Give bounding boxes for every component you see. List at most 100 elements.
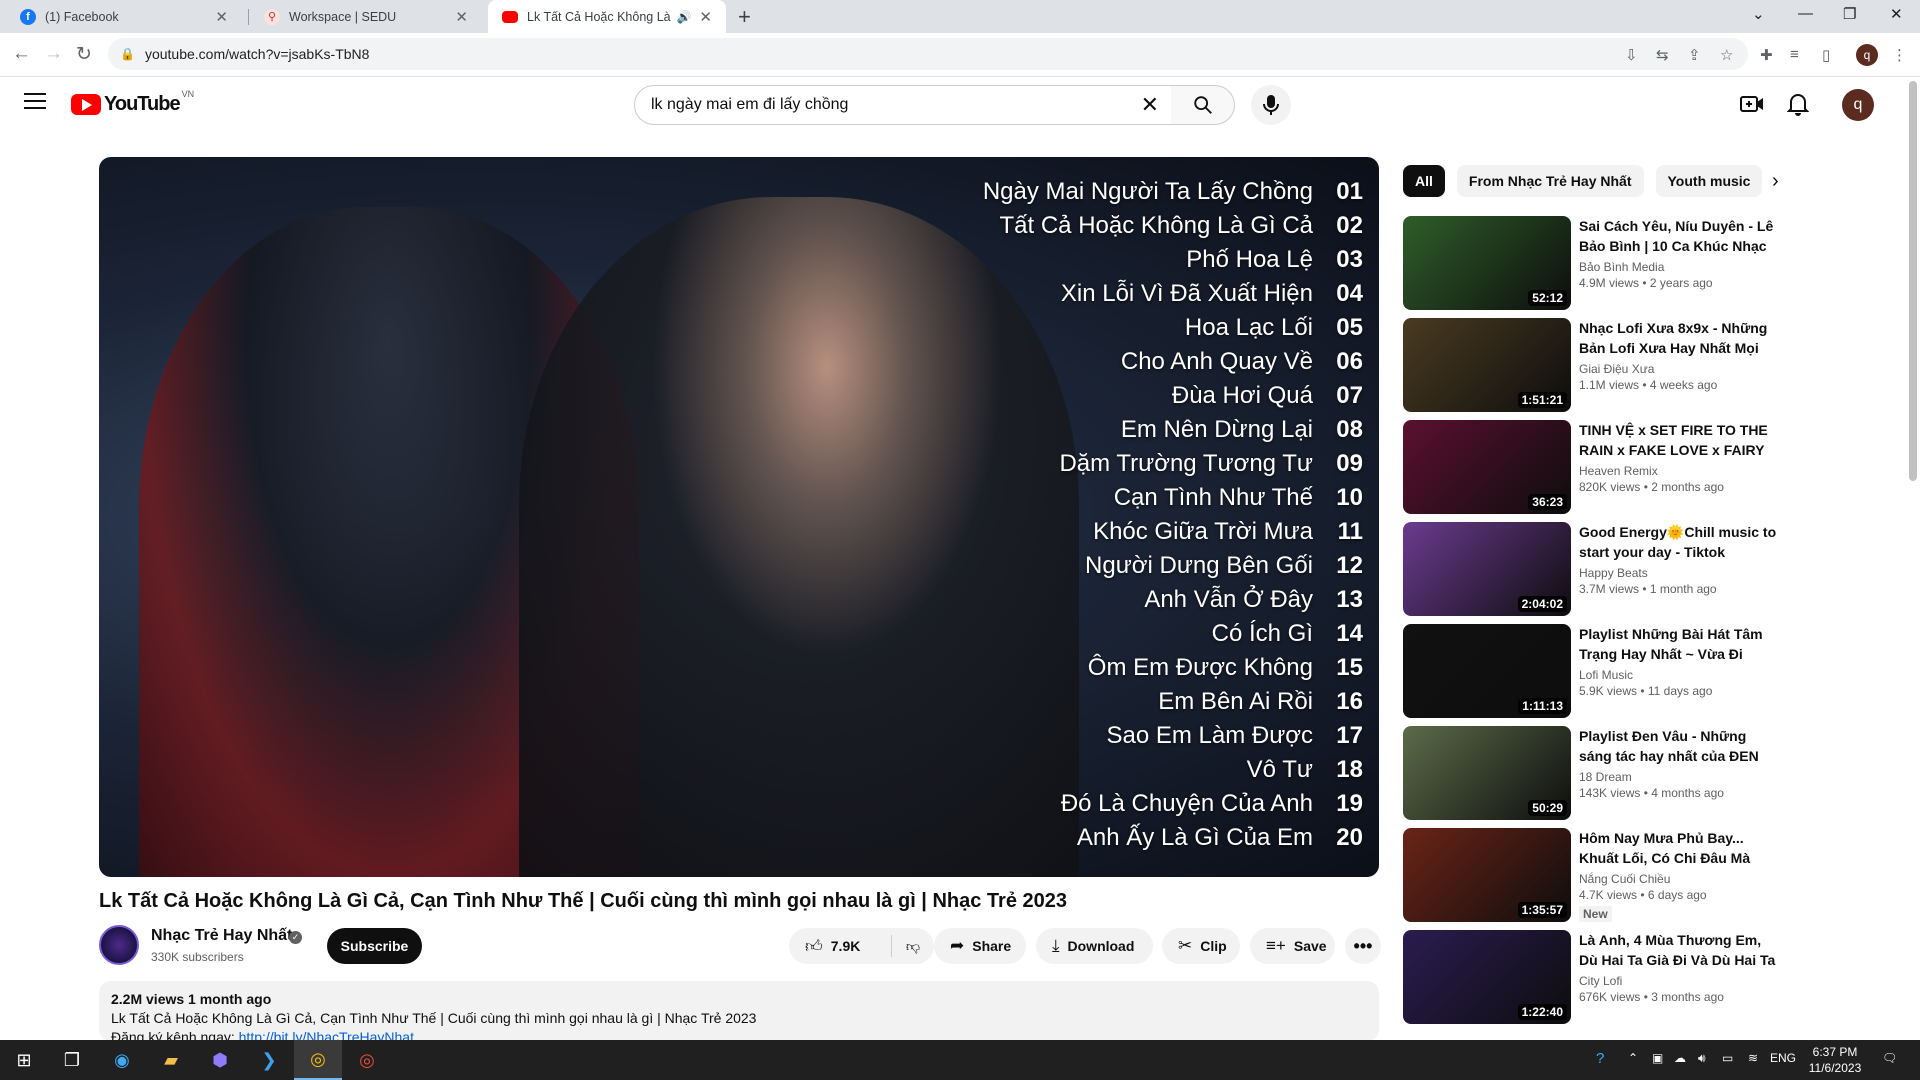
close-window-icon[interactable]: ✕ [1890, 5, 1903, 23]
tab-youtube-active[interactable]: Lk Tất Cả Hoặc Không Là Gì 🔊 ✕ [488, 0, 726, 33]
onedrive-icon[interactable]: ☁ [1674, 1051, 1686, 1065]
clear-search-icon[interactable]: ✕ [1141, 92, 1159, 118]
account-avatar[interactable]: q [1842, 89, 1874, 121]
download-button[interactable]: ⤓ Download [1036, 928, 1153, 964]
chip-from-channel[interactable]: From Nhạc Trẻ Hay Nhất [1456, 165, 1644, 197]
related-channel[interactable]: Happy Beats [1579, 566, 1781, 580]
search-input[interactable] [651, 96, 1141, 114]
create-video-button[interactable] [1740, 93, 1764, 120]
related-title[interactable]: Hôm Nay Mưa Phủ Bay... Khuất Lối, Có Chi… [1579, 828, 1781, 868]
chrome-profile-taskbar-icon[interactable]: ◎ [343, 1040, 391, 1080]
related-channel[interactable]: Heaven Remix [1579, 464, 1781, 478]
scrollbar-thumb[interactable] [1909, 81, 1917, 481]
task-view-icon[interactable]: ❐ [48, 1040, 96, 1080]
related-title[interactable]: Sai Cách Yêu, Níu Duyên - Lê Bảo Bình | … [1579, 216, 1781, 256]
close-tab-icon[interactable]: ✕ [699, 8, 712, 26]
save-button[interactable]: ≡+ Save [1250, 928, 1335, 964]
video-thumbnail[interactable]: 2:04:02 [1403, 522, 1571, 616]
address-bar[interactable]: 🔒 youtube.com/watch?v=jsabKs-TbN8 [108, 38, 1748, 70]
notification-center-icon[interactable]: 🗨︎ [1882, 1051, 1897, 1065]
video-player[interactable]: Ngày Mai Người Ta Lấy Chồng 01 Tất Cả Hoặ… [99, 157, 1379, 877]
video-thumbnail[interactable]: 36:23 [1403, 420, 1571, 514]
related-video-item[interactable]: 1:22:40 Là Anh, 4 Mùa Thương Em, Dù Hai … [1403, 930, 1783, 1032]
edge-browser-icon[interactable]: ◉ [98, 1040, 146, 1080]
related-channel[interactable]: Lofi Music [1579, 668, 1781, 682]
more-actions-button[interactable]: ••• [1345, 928, 1381, 964]
related-title[interactable]: Good Energy🌞Chill music to start your da… [1579, 522, 1781, 562]
related-channel[interactable]: Nắng Cuối Chiều [1579, 872, 1781, 886]
video-thumbnail[interactable]: 1:11:13 [1403, 624, 1571, 718]
notifications-button[interactable] [1786, 92, 1810, 121]
help-tray-icon[interactable]: ? [1596, 1050, 1604, 1067]
related-video-item[interactable]: 36:23 TINH VỆ x SET FIRE TO THE RAIN x F… [1403, 420, 1783, 522]
install-app-icon[interactable]: ⇩ [1625, 46, 1638, 64]
file-explorer-icon[interactable]: ▰ [147, 1040, 195, 1080]
voice-search-button[interactable] [1251, 85, 1291, 125]
description-box[interactable]: 2.2M views 1 month ago Lk Tất Cả Hoặc Kh… [99, 981, 1379, 1041]
video-thumbnail[interactable]: 1:51:21 [1403, 318, 1571, 412]
app-hex-icon[interactable]: ⬢ [196, 1040, 244, 1080]
chevron-right-icon[interactable]: › [1772, 170, 1779, 193]
browser-menu-icon[interactable]: ⋮ [1892, 46, 1907, 64]
related-channel[interactable]: 18 Dream [1579, 770, 1781, 784]
tab-facebook[interactable]: f (1) Facebook ✕ [6, 0, 242, 33]
related-title[interactable]: Playlist Những Bài Hát Tâm Trạng Hay Nhấ… [1579, 624, 1781, 664]
clip-button[interactable]: ✂ Clip [1162, 928, 1240, 964]
speaker-icon[interactable]: 🔊 [676, 10, 691, 24]
related-title[interactable]: Là Anh, 4 Mùa Thương Em, Dù Hai Ta Già Đ… [1579, 930, 1781, 970]
chip-all[interactable]: All [1403, 165, 1445, 197]
wifi-icon[interactable]: ≋ [1748, 1051, 1758, 1065]
close-tab-icon[interactable]: ✕ [455, 8, 468, 26]
windows-start-icon[interactable]: ⊞ [0, 1040, 48, 1080]
related-video-item[interactable]: 52:12 Sai Cách Yêu, Níu Duyên - Lê Bảo B… [1403, 216, 1783, 318]
page-scrollbar[interactable] [1906, 77, 1920, 1039]
close-tab-icon[interactable]: ✕ [215, 8, 228, 26]
media-controls-icon[interactable]: ≡ [1790, 46, 1799, 63]
related-video-item[interactable]: 1:11:13 Playlist Những Bài Hát Tâm Trạng… [1403, 624, 1783, 726]
tray-expand-icon[interactable]: ⌃ [1628, 1051, 1638, 1065]
browser-profile-avatar[interactable]: q [1856, 44, 1878, 66]
guide-menu-icon[interactable] [24, 93, 46, 109]
related-video-item[interactable]: 2:04:02 Good Energy🌞Chill music to start… [1403, 522, 1783, 624]
chip-youth-music[interactable]: Youth music [1655, 165, 1763, 197]
video-thumbnail[interactable]: 52:12 [1403, 216, 1571, 310]
extensions-icon[interactable]: ✚ [1760, 46, 1773, 64]
chrome-taskbar-icon[interactable]: ◎ [294, 1040, 342, 1080]
related-channel[interactable]: City Lofi [1579, 974, 1781, 988]
youtube-logo[interactable]: YouTube VN [71, 89, 194, 116]
related-video-item[interactable]: 1:35:57 Hôm Nay Mưa Phủ Bay... Khuất Lối… [1403, 828, 1783, 930]
back-icon[interactable]: ← [12, 43, 31, 65]
vscode-icon[interactable]: ❯ [245, 1040, 293, 1080]
channel-name[interactable]: Nhạc Trẻ Hay Nhất [151, 927, 292, 945]
share-page-icon[interactable]: ⇪ [1688, 46, 1701, 64]
forward-icon[interactable]: → [44, 43, 63, 65]
language-indicator[interactable]: ENG [1770, 1051, 1796, 1065]
clock[interactable]: 6:37 PM 11/6/2023 [1806, 1044, 1864, 1076]
battery-icon[interactable]: ▭ [1722, 1051, 1733, 1065]
video-thumbnail[interactable]: 50:29 [1403, 726, 1571, 820]
tab-search-icon[interactable]: ⌄ [1752, 5, 1765, 23]
tray-app-icon[interactable]: ▣ [1652, 1051, 1663, 1065]
share-button[interactable]: ➦ Share [934, 928, 1026, 964]
translate-icon[interactable]: ⇆ [1656, 46, 1669, 64]
video-thumbnail[interactable]: 1:22:40 [1403, 930, 1571, 1024]
bookmark-star-icon[interactable]: ☆ [1720, 46, 1733, 64]
related-video-item[interactable]: 1:51:21 Nhạc Lofi Xưa 8x9x - Những Bản L… [1403, 318, 1783, 420]
search-button[interactable] [1171, 85, 1235, 125]
related-channel[interactable]: Bảo Bình Media [1579, 260, 1781, 274]
lock-icon[interactable]: 🔒 [120, 47, 135, 61]
related-channel[interactable]: Giai Điệu Xưa [1579, 362, 1781, 376]
dislike-button[interactable]: 👎︎ [892, 928, 934, 964]
channel-avatar[interactable] [99, 925, 139, 965]
related-title[interactable]: Playlist Đen Vâu - Những sáng tác hay nh… [1579, 726, 1781, 766]
tab-sedu[interactable]: ⚲ Workspace | SEDU ✕ [250, 0, 482, 33]
maximize-icon[interactable]: ❐ [1843, 5, 1856, 23]
new-tab-button[interactable]: + [738, 4, 751, 30]
related-video-item[interactable]: 50:29 Playlist Đen Vâu - Những sáng tác … [1403, 726, 1783, 828]
video-thumbnail[interactable]: 1:35:57 [1403, 828, 1571, 922]
reload-icon[interactable]: ↻ [76, 43, 92, 66]
related-title[interactable]: Nhạc Lofi Xưa 8x9x - Những Bản Lofi Xưa … [1579, 318, 1781, 358]
volume-icon[interactable]: 🔊︎ [1698, 1051, 1706, 1066]
related-title[interactable]: TINH VỆ x SET FIRE TO THE RAIN x FAKE LO… [1579, 420, 1781, 460]
subscribe-button[interactable]: Subscribe [327, 928, 422, 964]
